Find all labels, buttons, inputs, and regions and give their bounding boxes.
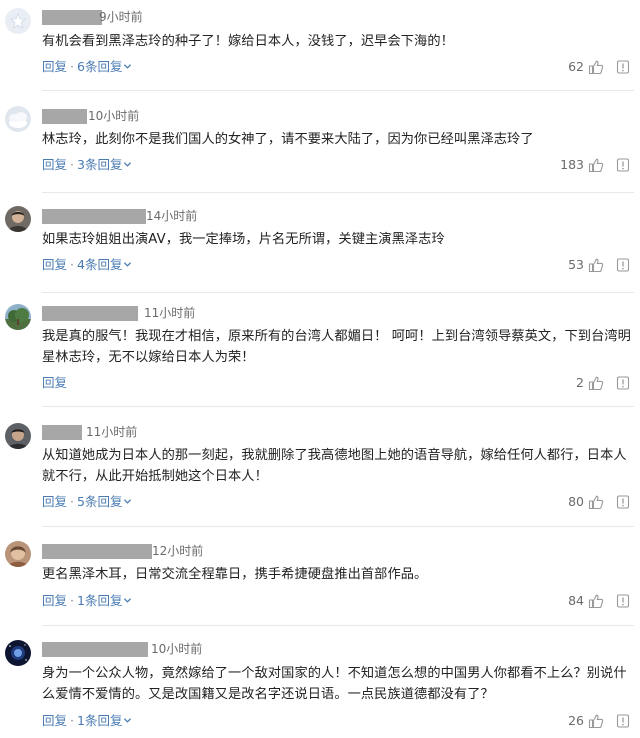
view-replies-button[interactable]: 1条回复 xyxy=(77,593,132,608)
divider xyxy=(42,292,634,293)
separator: · xyxy=(70,713,74,728)
divider xyxy=(42,192,634,193)
username-redacted xyxy=(42,425,82,440)
comment-time: 14小时前 xyxy=(146,209,198,223)
like-count: 26 xyxy=(568,713,584,728)
report-flag-icon[interactable] xyxy=(615,593,631,609)
report-flag-icon[interactable] xyxy=(615,59,631,75)
thumbs-up-icon[interactable] xyxy=(588,157,604,173)
like-count: 183 xyxy=(560,157,584,172)
divider xyxy=(42,90,634,91)
view-replies-button[interactable]: 5条回复 xyxy=(77,494,132,509)
thumbs-up-icon[interactable] xyxy=(588,257,604,273)
like-count: 62 xyxy=(568,59,584,74)
comment-time: 10小时前 xyxy=(151,642,203,656)
comment-actions: 回复 · 1条回复 xyxy=(42,713,132,729)
reply-button[interactable]: 回复 xyxy=(42,59,67,74)
report-flag-icon[interactable] xyxy=(615,713,631,729)
username-redacted xyxy=(42,109,87,124)
comment-actions: 回复 · 3条回复 xyxy=(42,157,132,173)
username-redacted xyxy=(42,306,138,321)
separator: · xyxy=(70,494,74,509)
reply-button[interactable]: 回复 xyxy=(42,593,67,608)
avatar[interactable] xyxy=(5,541,31,567)
view-replies-button[interactable]: 6条回复 xyxy=(77,59,132,74)
chevron-down-icon xyxy=(124,262,132,267)
comment-actions: 回复 · 5条回复 xyxy=(42,494,132,510)
chevron-down-icon xyxy=(124,499,132,504)
comment-text: 我是真的服气！我现在才相信，原来所有的台湾人都媚日！ 呵呵！上到台湾领导蔡英文，… xyxy=(42,329,631,365)
comment-time: 11小时前 xyxy=(144,306,196,320)
username-redacted xyxy=(42,544,152,559)
comment-text: 身为一个公众人物，竟然嫁给了一个敌对国家的人！不知道怎么想的中国男人你都看不上么… xyxy=(42,666,627,702)
comment-text: 如果志玲姐姐出演AV，我一定捧场，片名无所谓，关键主演黑泽志玲 xyxy=(42,232,445,247)
report-flag-icon[interactable] xyxy=(615,157,631,173)
divider xyxy=(42,625,634,626)
divider xyxy=(42,406,634,407)
like-count: 80 xyxy=(568,494,584,509)
chevron-down-icon xyxy=(124,718,132,723)
reply-button[interactable]: 回复 xyxy=(42,713,67,728)
username-redacted xyxy=(42,642,148,657)
separator: · xyxy=(70,59,74,74)
comment-text: 从知道她成为日本人的那一刻起，我就删除了我高德地图上她的语音导航，嫁给任何人都行… xyxy=(42,448,627,484)
chevron-down-icon xyxy=(124,598,132,603)
replies-count: 3条回复 xyxy=(77,157,123,172)
avatar[interactable] xyxy=(5,304,31,330)
chevron-down-icon xyxy=(124,162,132,167)
comment-text: 更名黑泽木耳，日常交流全程靠日，携手希捷硬盘推出首部作品。 xyxy=(42,567,428,582)
report-flag-icon[interactable] xyxy=(615,257,631,273)
like-count: 53 xyxy=(568,257,584,272)
comment-time: 11小时前 xyxy=(86,425,138,439)
comment-time: 12小时前 xyxy=(152,544,204,558)
comment-text: 林志玲，此刻你不是我们国人的女神了，请不要来大陆了，因为你已经叫黑泽志玲了 xyxy=(42,132,534,147)
avatar[interactable] xyxy=(5,423,31,449)
avatar[interactable] xyxy=(5,206,31,232)
like-count: 84 xyxy=(568,593,584,608)
reply-button[interactable]: 回复 xyxy=(42,375,67,390)
thumbs-up-icon[interactable] xyxy=(588,494,604,510)
separator: · xyxy=(70,157,74,172)
comment-actions: 回复 · 4条回复 xyxy=(42,257,132,273)
thumbs-up-icon[interactable] xyxy=(588,59,604,75)
report-flag-icon[interactable] xyxy=(615,375,631,391)
comment-time: 10小时前 xyxy=(88,109,140,123)
comment-actions: 回复 · 6条回复 xyxy=(42,59,132,75)
comment-actions: 回复 xyxy=(42,375,67,391)
avatar[interactable] xyxy=(5,8,31,34)
comment-text: 有机会看到黑泽志玲的种子了！嫁给日本人，没钱了，迟早会下海的！ xyxy=(42,34,454,49)
thumbs-up-icon[interactable] xyxy=(588,375,604,391)
thumbs-up-icon[interactable] xyxy=(588,593,604,609)
reply-button[interactable]: 回复 xyxy=(42,257,67,272)
reply-button[interactable]: 回复 xyxy=(42,494,67,509)
like-count: 2 xyxy=(576,375,584,390)
report-flag-icon[interactable] xyxy=(615,494,631,510)
replies-count: 6条回复 xyxy=(77,59,123,74)
divider xyxy=(42,526,634,527)
chevron-down-icon xyxy=(124,64,132,69)
view-replies-button[interactable]: 1条回复 xyxy=(77,713,132,728)
reply-button[interactable]: 回复 xyxy=(42,157,67,172)
replies-count: 5条回复 xyxy=(77,494,123,509)
comment-actions: 回复 · 1条回复 xyxy=(42,593,132,609)
avatar[interactable] xyxy=(5,106,31,132)
separator: · xyxy=(70,593,74,608)
avatar[interactable] xyxy=(5,640,31,666)
username-redacted xyxy=(42,10,102,25)
view-replies-button[interactable]: 4条回复 xyxy=(77,257,132,272)
view-replies-button[interactable]: 3条回复 xyxy=(77,157,132,172)
replies-count: 1条回复 xyxy=(77,713,123,728)
thumbs-up-icon[interactable] xyxy=(588,713,604,729)
replies-count: 1条回复 xyxy=(77,593,123,608)
comment-time: 9小时前 xyxy=(99,10,143,24)
username-redacted xyxy=(42,209,146,224)
replies-count: 4条回复 xyxy=(77,257,123,272)
separator: · xyxy=(70,257,74,272)
